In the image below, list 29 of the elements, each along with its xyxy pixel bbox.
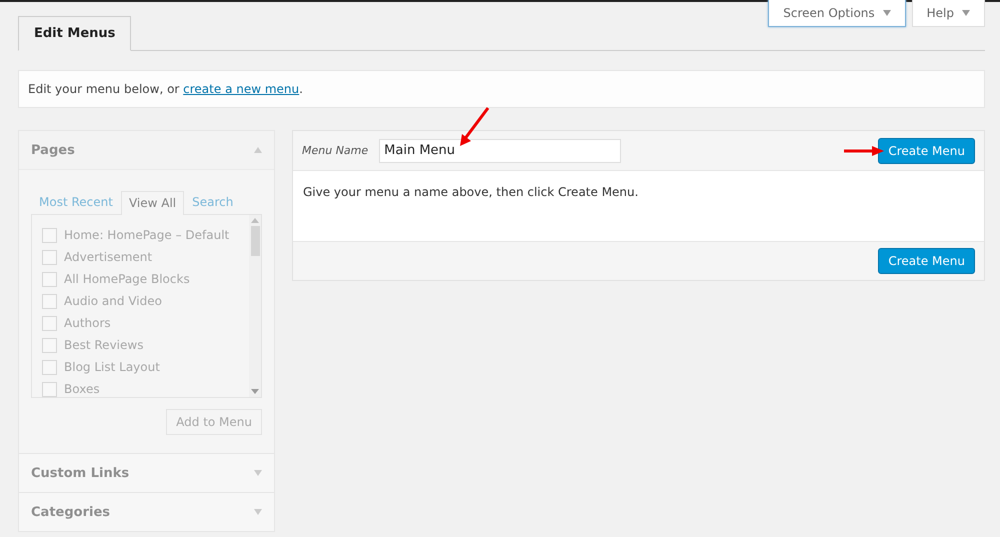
page-label: Audio and Video <box>64 294 162 308</box>
page-label: Home: HomePage – Default <box>64 228 230 242</box>
annotation-arrow <box>844 146 884 156</box>
page-label: All HomePage Blocks <box>64 272 190 286</box>
screen-meta-button[interactable]: Screen Options <box>768 0 906 27</box>
section-title: Categories <box>31 504 110 520</box>
instructions-text: Give your menu a name above, then click Create Menu. <box>303 185 638 199</box>
annotation-arrow <box>458 106 490 148</box>
scrollbar[interactable] <box>249 215 261 397</box>
section-title: Pages <box>31 142 75 158</box>
create-menu-button[interactable]: Create Menu <box>878 138 975 164</box>
caret-icon <box>962 10 970 16</box>
notice-text: Edit your menu below, or create a new menu. <box>28 82 303 96</box>
menu-name-field[interactable]: Main Menu <box>379 138 622 162</box>
create-menu-button[interactable]: Create Menu <box>878 248 975 274</box>
create-menu-link[interactable]: create a new menu <box>183 82 300 96</box>
page-label: Advertisement <box>64 250 152 264</box>
section-title: Custom Links <box>31 466 130 480</box>
page-label: Blog List Layout <box>64 360 160 374</box>
screen-meta-button[interactable]: Help <box>912 0 985 27</box>
caret-icon <box>882 10 891 16</box>
scroll-down-icon[interactable] <box>251 389 259 394</box>
scroll-thumb[interactable] <box>250 226 260 256</box>
page-label: Authors <box>64 316 111 330</box>
page-label: Best Reviews <box>64 338 144 352</box>
menu-name-label: Menu Name <box>302 144 368 157</box>
page-label: Boxes <box>64 382 100 396</box>
scroll-up-icon[interactable] <box>251 218 259 223</box>
nav-tab[interactable]: Edit Menus <box>18 16 132 51</box>
